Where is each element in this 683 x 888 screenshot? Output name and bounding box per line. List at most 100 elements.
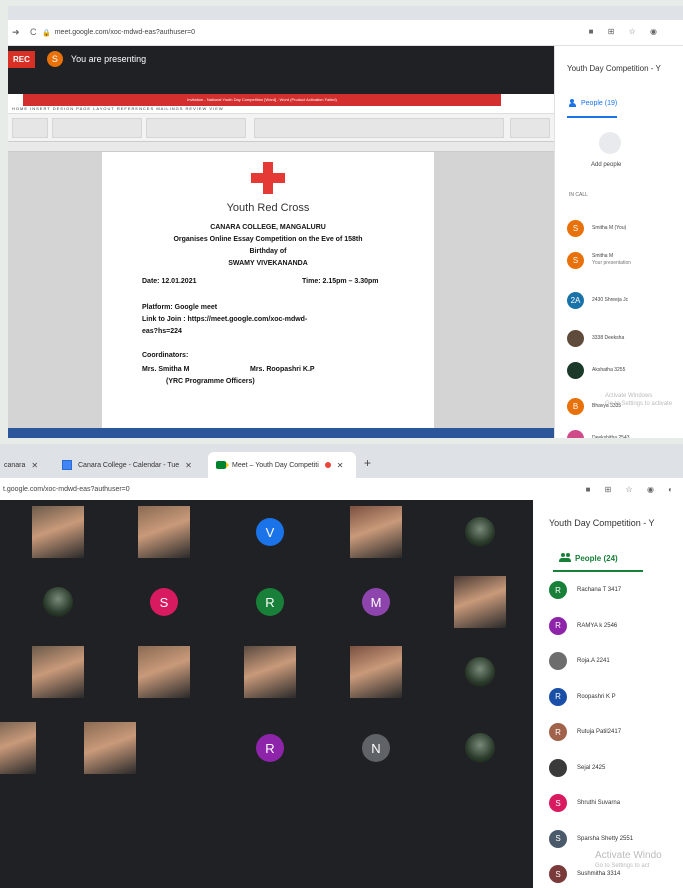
tab-meet-label: Meet – Youth Day Competiti bbox=[232, 461, 319, 469]
participant-letter-avatar[interactable]: V bbox=[256, 518, 284, 546]
in-call-heading: IN CALL bbox=[569, 192, 588, 198]
nav-buttons[interactable]: ➜ C bbox=[12, 27, 42, 38]
participant-video-tile[interactable] bbox=[454, 576, 506, 628]
word-status-bar bbox=[8, 428, 554, 438]
address-bar[interactable]: t.google.com/xoc-mdwd-eas?authuser=0 ■ ⊞… bbox=[0, 478, 683, 500]
people-tab[interactable]: People (19) bbox=[581, 100, 617, 107]
participant-letter-avatar[interactable]: M bbox=[362, 588, 390, 616]
tab-meet[interactable]: Meet – Youth Day Competiti ✕ bbox=[208, 452, 356, 478]
tab-canara[interactable]: canara ✕ bbox=[4, 452, 60, 478]
participant-avatar bbox=[549, 758, 567, 777]
url-text[interactable]: t.google.com/xoc-mdwd-eas?authuser=0 bbox=[3, 486, 130, 493]
doc-coordinators: Coordinators: bbox=[142, 352, 189, 359]
doc-coordinator-1: Mrs. Smitha M bbox=[142, 366, 190, 373]
participant-profile-image[interactable] bbox=[465, 733, 495, 763]
doc-line2: Birthday of bbox=[249, 248, 287, 255]
close-icon[interactable]: ✕ bbox=[337, 461, 344, 470]
participant-name: Smitha M bbox=[592, 253, 614, 259]
participant-video-tile[interactable] bbox=[0, 722, 36, 774]
presenting-bar: REC S You are presenting bbox=[8, 46, 554, 72]
participant-letter-avatar[interactable]: N bbox=[362, 734, 390, 762]
doc-college: CANARA COLLEGE, MANGALURU bbox=[210, 224, 326, 231]
participant-video-tile[interactable] bbox=[138, 646, 190, 698]
participant-row[interactable]: R Roopashri K P bbox=[549, 687, 683, 707]
participant-letter-avatar[interactable]: S bbox=[150, 588, 178, 616]
participant-video-tile[interactable] bbox=[84, 722, 136, 774]
participant-row[interactable]: 3338 Deeksha bbox=[567, 328, 683, 348]
participant-row[interactable]: R RAMYA k 2546 bbox=[549, 616, 683, 636]
participant-row[interactable]: R Rachana T 3417 bbox=[549, 580, 683, 600]
new-tab-button[interactable]: + bbox=[364, 456, 371, 470]
gallery-screenshot: canara ✕ Canara College - Calendar - Tue… bbox=[0, 444, 683, 888]
activate-windows-watermark: Activate Windo Go to Settings to act bbox=[595, 850, 662, 872]
participant-video-tile[interactable] bbox=[32, 506, 84, 558]
participant-avatar bbox=[567, 329, 584, 347]
participant-row[interactable]: Deekshitha 2543 bbox=[567, 428, 683, 438]
doc-time: Time: 2.15pm – 3.30pm bbox=[302, 278, 379, 285]
doc-link2: eas?hs=224 bbox=[142, 328, 182, 335]
participant-name: Smitha M (You) bbox=[592, 224, 627, 231]
participant-subtitle: Your presentation bbox=[592, 260, 632, 266]
participant-letter-avatar[interactable]: R bbox=[256, 734, 284, 762]
word-document-area: Youth Red Cross CANARA COLLEGE, MANGALUR… bbox=[8, 152, 554, 428]
word-window: Invitation - National Youth Day Competit… bbox=[8, 94, 554, 438]
participant-row[interactable]: Sejal 2425 bbox=[549, 758, 683, 778]
participant-avatar bbox=[567, 429, 584, 438]
add-people-label[interactable]: Add people bbox=[591, 162, 621, 168]
participant-profile-image[interactable] bbox=[465, 657, 495, 687]
meeting-title: Youth Day Competition - Y bbox=[567, 64, 661, 73]
participant-name: 2430 Shreeja Jc bbox=[592, 296, 629, 303]
word-ribbon[interactable] bbox=[8, 114, 554, 142]
participant-avatar: R bbox=[549, 687, 567, 706]
browser-tab-strip: canara ✕ Canara College - Calendar - Tue… bbox=[0, 444, 683, 478]
doc-line1: Organises Online Essay Competition on th… bbox=[173, 236, 363, 243]
participant-row[interactable]: S Sparsha Shetty 2551 bbox=[549, 829, 683, 849]
participant-name-block: 2430 Shreeja Jc bbox=[592, 297, 628, 304]
participant-name-block: Akshatha 3255 bbox=[592, 367, 625, 374]
participant-video-tile[interactable] bbox=[350, 646, 402, 698]
participant-row[interactable]: S Shruthi Suvarna bbox=[549, 793, 683, 813]
participant-name: Rutuja Patil2417 bbox=[577, 729, 622, 735]
close-icon[interactable]: ✕ bbox=[31, 461, 38, 470]
participant-name-block: Deekshitha 2543 bbox=[592, 435, 630, 439]
meeting-title: Youth Day Competition - Y bbox=[549, 518, 655, 528]
participant-video-tile[interactable] bbox=[350, 506, 402, 558]
meet-stage: REC S You are presenting Invitation - Na… bbox=[8, 46, 554, 438]
participant-video-tile[interactable] bbox=[138, 506, 190, 558]
close-icon[interactable]: ✕ bbox=[185, 461, 192, 470]
watermark-line-2: Go to Settings to act bbox=[595, 863, 650, 869]
word-menu[interactable]: HOME INSERT DESIGN PAGE LAYOUT REFERENCE… bbox=[8, 106, 554, 114]
participant-row[interactable]: S Smitha M (You) bbox=[567, 218, 683, 238]
participant-avatar: 2A bbox=[567, 291, 584, 309]
meet-icon bbox=[216, 461, 229, 469]
participant-row[interactable]: 2A 2430 Shreeja Jc bbox=[567, 290, 683, 310]
doc-date: Date: 12.01.2021 bbox=[142, 278, 197, 285]
participant-name: Sparsha Shetty 2551 bbox=[577, 835, 634, 842]
participant-avatar bbox=[567, 361, 584, 379]
presenter-avatar: S bbox=[46, 51, 63, 67]
url-text[interactable]: meet.google.com/xoc-mdwd-eas?authuser=0 bbox=[55, 29, 195, 36]
presenting-screenshot: ➜ C 🔒 meet.google.com/xoc-mdwd-eas?authu… bbox=[8, 6, 683, 438]
participant-name: RAMYA k 2546 bbox=[577, 622, 618, 629]
participant-row[interactable]: Akshatha 3255 bbox=[567, 360, 683, 380]
participant-video-tile[interactable] bbox=[244, 646, 296, 698]
add-people-icon[interactable] bbox=[599, 132, 621, 154]
participant-video-tile[interactable] bbox=[32, 646, 84, 698]
people-icon bbox=[559, 553, 571, 562]
participant-avatar: R bbox=[549, 616, 567, 635]
participant-avatar: S bbox=[567, 251, 584, 269]
address-bar[interactable]: ➜ C 🔒 meet.google.com/xoc-mdwd-eas?authu… bbox=[8, 20, 683, 46]
toolbar-icons[interactable]: ■ ⊞ ☆ ◉ ◐ bbox=[586, 485, 679, 494]
participant-profile-image[interactable] bbox=[43, 587, 73, 617]
doc-coordinator-role: (YRC Programme Officers) bbox=[166, 378, 255, 385]
participant-row[interactable]: Roja.A 2241 bbox=[549, 651, 683, 671]
participant-avatar: B bbox=[567, 397, 584, 415]
participant-name: Roja.A 2241 bbox=[577, 658, 610, 664]
tab-calendar[interactable]: Canara College - Calendar - Tue ✕ bbox=[62, 452, 206, 478]
participant-profile-image[interactable] bbox=[465, 517, 495, 547]
participant-row[interactable]: R Rutuja Patil2417 bbox=[549, 722, 683, 742]
people-tab[interactable]: People (24) bbox=[575, 554, 618, 563]
participant-row[interactable]: S Smitha M Your presentation bbox=[567, 250, 683, 270]
participant-letter-avatar[interactable]: R bbox=[256, 588, 284, 616]
toolbar-icons[interactable]: ■ ⊞ ☆ ◉ bbox=[589, 27, 663, 36]
